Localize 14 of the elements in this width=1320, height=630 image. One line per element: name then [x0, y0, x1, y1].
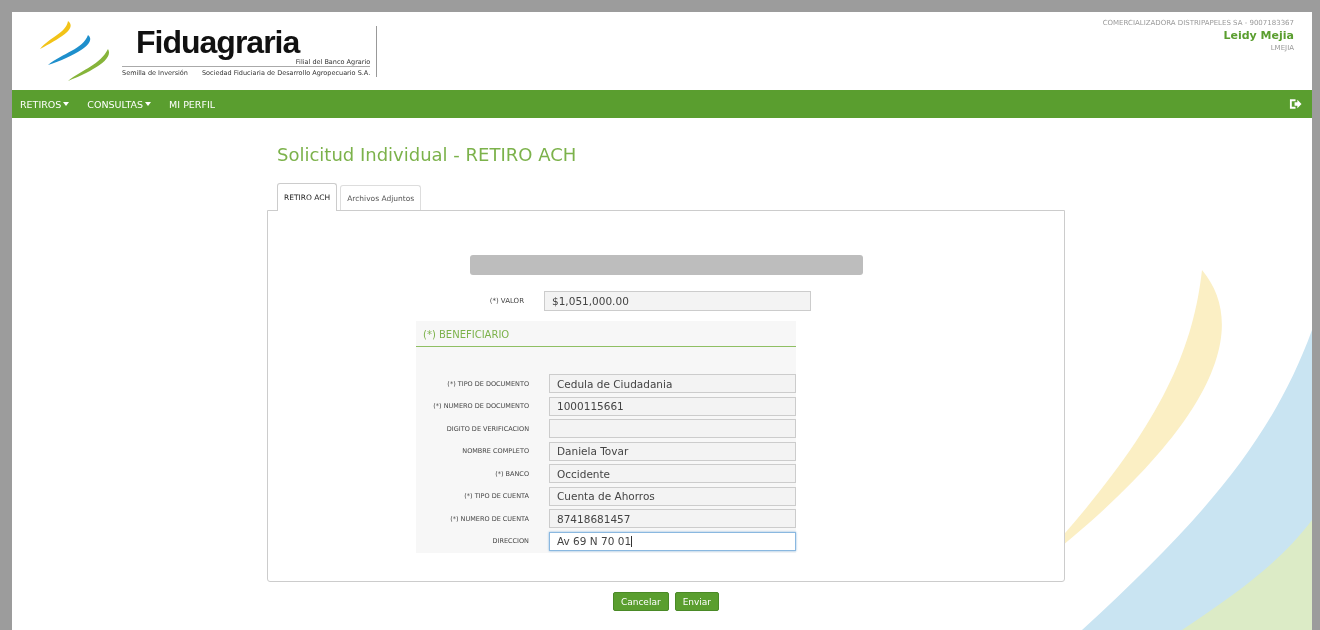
input-field[interactable]: Cedula de Ciudadania	[549, 374, 796, 393]
logout-icon[interactable]	[1289, 98, 1302, 110]
brand-name: Fiduagraria	[136, 25, 300, 58]
input-field[interactable]: $1,051,000.00	[544, 291, 811, 311]
page-title: Solicitud Individual - RETIRO ACH	[277, 144, 578, 165]
input-field[interactable]: 1000115661	[549, 396, 796, 416]
section-title: (*) BENEFICIARIO	[416, 321, 796, 347]
input-field[interactable]: Daniela Tovar	[549, 441, 796, 461]
input-field[interactable]: Cuenta de Ahorros	[549, 486, 796, 506]
input-field[interactable]: 87418681457	[549, 509, 796, 528]
input-field[interactable]	[549, 419, 796, 438]
input-field[interactable]: Av 69 N 70 01	[549, 531, 796, 551]
user-name: Leidy Mejia	[1223, 29, 1294, 42]
input-field[interactable]: Occidente	[549, 464, 796, 483]
